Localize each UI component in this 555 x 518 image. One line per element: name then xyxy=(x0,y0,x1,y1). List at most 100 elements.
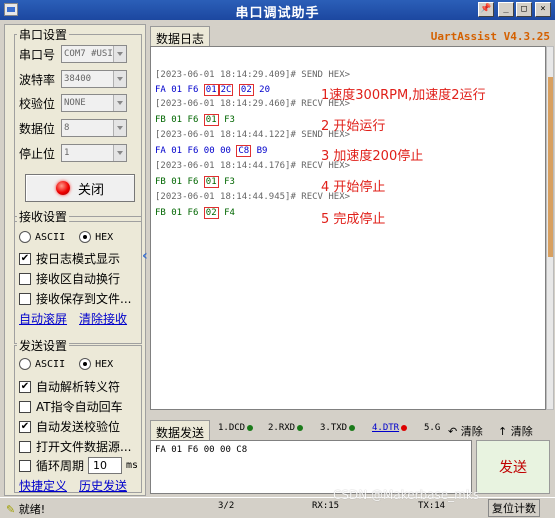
port-label: 串口号 xyxy=(19,47,56,62)
log-data-send: FA 01 F6 00 00 C8 B9 xyxy=(155,145,268,157)
databits-label: 数据位 xyxy=(19,121,56,136)
led-icon xyxy=(349,424,356,431)
parity-row: 校验位 NONE xyxy=(19,94,127,112)
log-scrollbar[interactable] xyxy=(546,46,554,410)
checksum-checkbox[interactable]: ✔ xyxy=(19,420,31,433)
tab-data-send[interactable]: 数据发送 xyxy=(150,420,211,440)
stopbits-label: 停止位 xyxy=(19,146,56,161)
stopbits-select[interactable]: 1 xyxy=(61,144,127,162)
send-opt-at[interactable]: AT指令自动回车 xyxy=(19,398,123,415)
scroll-thumb[interactable] xyxy=(548,77,553,257)
escape-checkbox[interactable]: ✔ xyxy=(19,380,31,393)
signal-txd: 3.TXD xyxy=(320,423,356,433)
parity-select-value: NONE xyxy=(64,98,86,108)
recv-ascii-label: ASCII xyxy=(35,231,66,243)
at-checkbox[interactable] xyxy=(19,400,31,413)
undo-arrow-icon: ↶ xyxy=(448,425,458,438)
maximize-button[interactable]: □ xyxy=(516,2,532,17)
brand-version: UartAssist V4.3.25 xyxy=(430,30,550,43)
save-file-label: 接收保存到文件... xyxy=(36,292,132,306)
close-port-button[interactable]: 关闭 xyxy=(25,174,135,202)
databits-select-value: 8 xyxy=(64,123,70,133)
recv-opt-log[interactable]: ✔ 按日志模式显示 xyxy=(19,250,120,267)
send-opt-escape[interactable]: ✔ 自动解析转义符 xyxy=(19,378,120,395)
parity-select[interactable]: NONE xyxy=(61,94,127,112)
baud-label: 波特率 xyxy=(19,72,56,87)
tab-data-log[interactable]: 数据日志 xyxy=(150,26,211,46)
chevron-down-icon xyxy=(113,71,126,87)
pin-button[interactable]: 📌 xyxy=(478,2,494,17)
status-rx: RX:15 xyxy=(312,501,340,511)
send-hex-label: HEX xyxy=(95,358,114,370)
history-link[interactable]: 历史发送 xyxy=(79,477,127,494)
stopbits-row: 停止位 1 xyxy=(19,144,127,162)
send-hex-radio[interactable] xyxy=(79,358,92,370)
loop-period-input[interactable]: 10 xyxy=(88,457,123,474)
send-toolbar: 数据发送 1.DCD 2.RXD 3.TXD 4.DTR 5.G ↶ 清除 ↑ … xyxy=(150,420,554,440)
escape-label: 自动解析转义符 xyxy=(36,380,121,394)
status-tx: TX:14 xyxy=(418,501,446,511)
file-source-label: 打开文件数据源... xyxy=(36,440,132,454)
send-button[interactable]: 发送 xyxy=(476,440,550,494)
recv-opt-save[interactable]: 接收保存到文件... xyxy=(19,290,131,307)
recv-settings-title: 接收设置 xyxy=(17,208,70,225)
port-settings-group: 串口设置 串口号 COM7 #USI 波特率 38400 校验位 NONE 数据… xyxy=(14,26,142,222)
send-opt-file[interactable]: 打开文件数据源... xyxy=(19,438,131,455)
loop-checkbox[interactable] xyxy=(19,459,31,472)
send-opt-loop: 循环周期 10 ms xyxy=(19,457,138,474)
clear-recv-link[interactable]: 清除接收 xyxy=(79,310,127,327)
port-row: 串口号 COM7 #USI xyxy=(19,45,127,63)
signal-rxd: 2.RXD xyxy=(268,423,304,433)
signal-dtr[interactable]: 4.DTR xyxy=(372,423,408,433)
log-view[interactable]: [2023-06-01 18:14:29.409]# SEND HEX> FA … xyxy=(150,46,546,410)
close-window-button[interactable]: × xyxy=(535,2,551,17)
window-title: 串口调试助手 xyxy=(235,6,320,21)
auto-wrap-checkbox[interactable] xyxy=(19,272,31,285)
status-light-icon xyxy=(55,181,70,195)
send-links: 快捷定义 历史发送 xyxy=(19,477,127,494)
shortcut-link[interactable]: 快捷定义 xyxy=(19,477,67,494)
autoscroll-link[interactable]: 自动滚屏 xyxy=(19,310,67,327)
annotation-3: 3 加速度200停止 xyxy=(321,149,424,164)
title-bar: 串口调试助手 📌 _ □ × xyxy=(0,0,555,21)
send-ascii-label: ASCII xyxy=(35,358,66,370)
recv-format-row: ASCII HEX xyxy=(19,231,113,243)
log-data-recv: FB 01 F6 01 F3 xyxy=(155,114,235,126)
loop-unit: ms xyxy=(126,460,139,471)
recv-hex-radio[interactable] xyxy=(79,231,92,243)
recv-settings-group: 接收设置 ASCII HEX ✔ 按日志模式显示 接收区自动换行 接收保存到文件.… xyxy=(14,208,142,344)
status-icon: ✎ xyxy=(6,503,16,516)
send-opt-checksum[interactable]: ✔ 自动发送校验位 xyxy=(19,418,120,435)
databits-select[interactable]: 8 xyxy=(61,119,127,137)
send-input[interactable]: FA 01 F6 00 00 C8 xyxy=(150,440,472,494)
log-timestamp: [2023-06-01 18:14:29.409]# SEND HEX> xyxy=(155,70,351,80)
log-data-recv: FB 01 F6 02 F4 xyxy=(155,207,235,219)
chevron-down-icon xyxy=(113,46,126,62)
file-source-checkbox[interactable] xyxy=(19,440,31,453)
save-file-checkbox[interactable] xyxy=(19,292,31,305)
collapse-panel-handle[interactable] xyxy=(142,220,150,300)
baud-row: 波特率 38400 xyxy=(19,70,127,88)
log-mode-label: 按日志模式显示 xyxy=(36,252,121,266)
led-icon xyxy=(297,424,304,431)
send-input-text: FA 01 F6 00 00 C8 xyxy=(155,445,248,455)
minimize-button[interactable]: _ xyxy=(498,2,514,17)
recv-opt-wrap[interactable]: 接收区自动换行 xyxy=(19,270,120,287)
watermark: CSDN @Makerbase_mks xyxy=(333,488,480,502)
reset-count-button[interactable]: 复位计数 xyxy=(488,499,540,517)
log-mode-checkbox[interactable]: ✔ xyxy=(19,252,31,265)
send-settings-title: 发送设置 xyxy=(17,337,70,354)
baud-select[interactable]: 38400 xyxy=(61,70,127,88)
send-ascii-radio[interactable] xyxy=(19,358,31,370)
clear-button[interactable]: ↑ 清除 xyxy=(498,423,533,439)
port-select[interactable]: COM7 #USI xyxy=(61,45,127,63)
recv-ascii-radio[interactable] xyxy=(19,231,31,243)
clear-send-button[interactable]: ↶ 清除 xyxy=(448,423,483,439)
annotation-5: 5 完成停止 xyxy=(321,212,386,227)
loop-label: 循环周期 xyxy=(36,459,85,473)
chevron-down-icon xyxy=(113,145,126,161)
annotation-2: 2 开始运行 xyxy=(321,119,386,134)
stopbits-select-value: 1 xyxy=(64,148,70,158)
status-ready: ✎ 就绪! xyxy=(6,503,46,516)
parity-label: 校验位 xyxy=(19,96,56,111)
